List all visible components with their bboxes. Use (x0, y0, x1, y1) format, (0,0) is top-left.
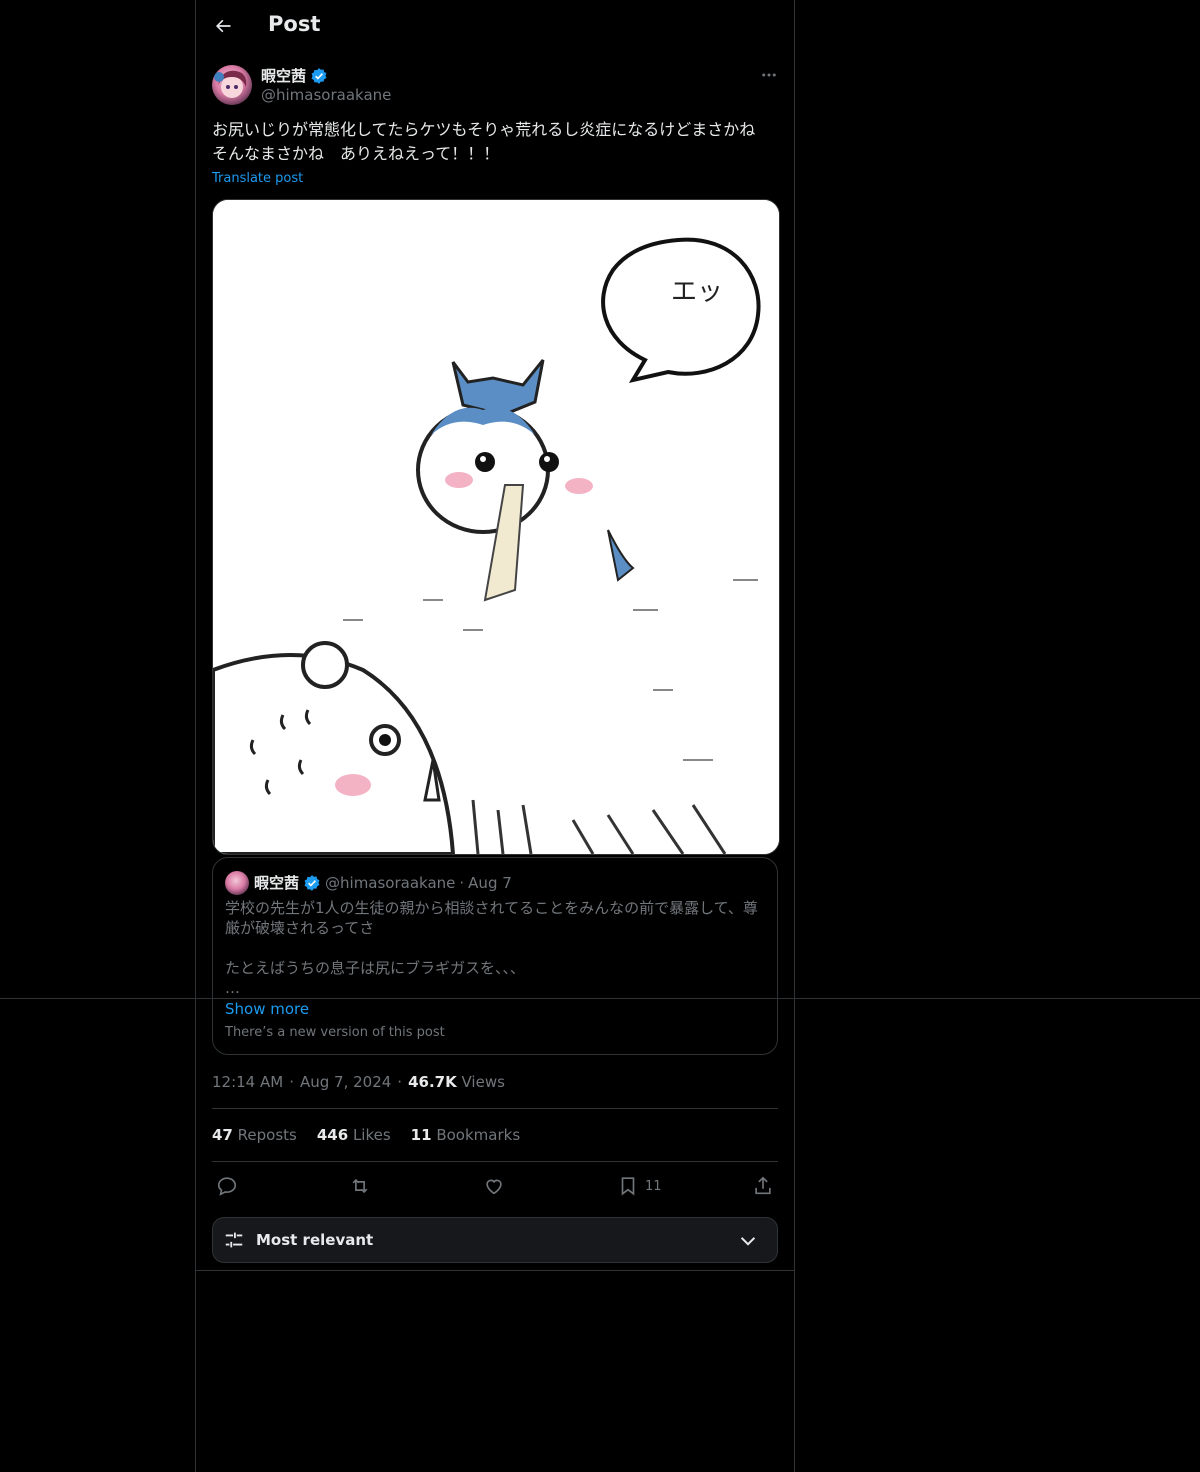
header: Post (196, 0, 794, 53)
divider (212, 1108, 778, 1109)
repost-icon (352, 1178, 368, 1194)
quoted-post[interactable]: 暇空茜 @himasoraakane · Aug 7 学校の先生が1人の生徒の親… (212, 857, 778, 1055)
chevron-down-icon (740, 1237, 756, 1246)
show-more-link[interactable]: Show more (225, 1000, 309, 1018)
avatar[interactable] (212, 65, 252, 105)
reply-icon (217, 1177, 237, 1196)
sort-label: Most relevant (256, 1231, 374, 1249)
share-icon (755, 1176, 771, 1195)
quote-avatar (225, 871, 249, 895)
post-meta: 12:14 AM · Aug 7, 2024 · 46.7K Views (212, 1073, 505, 1091)
reposts-label: Reposts (237, 1126, 297, 1144)
reply-button[interactable] (216, 1172, 238, 1200)
quote-header: 暇空茜 @himasoraakane · Aug 7 (254, 872, 512, 893)
quote-date: Aug 7 (468, 873, 512, 892)
bookmark-button[interactable]: 11 (617, 1172, 662, 1200)
post-time[interactable]: 12:14 AM (212, 1073, 283, 1091)
overlay-line (0, 998, 1200, 999)
post-image[interactable]: エッ (212, 199, 780, 855)
quote-author-handle: @himasoraakane (325, 873, 456, 892)
manga-illustration: エッ (213, 200, 779, 854)
meta-separator: · (289, 1073, 294, 1091)
share-button[interactable] (752, 1172, 774, 1200)
repost-button[interactable] (349, 1172, 371, 1200)
likes-count: 446 (316, 1126, 349, 1144)
bookmarks-stat[interactable]: 11 Bookmarks (411, 1126, 520, 1144)
reposts-stat[interactable]: 47 Reposts (212, 1126, 297, 1144)
likes-label: Likes (352, 1126, 391, 1144)
verified-badge-icon (310, 67, 328, 85)
filter-sliders-icon (225, 1232, 243, 1248)
divider (212, 1161, 778, 1162)
quote-separator: · (459, 873, 465, 892)
like-button[interactable] (483, 1172, 505, 1200)
action-bar: 11 (212, 1172, 778, 1200)
bookmarks-label: Bookmarks (436, 1126, 521, 1144)
quote-text: 学校の先生が1人の生徒の親から相談されてることをみんなの前で暴露して、尊厳が破壊… (225, 899, 758, 997)
likes-stat[interactable]: 446 Likes (317, 1126, 391, 1144)
views-label: Views (461, 1073, 505, 1091)
divider (196, 1270, 794, 1271)
reply-sort-dropdown[interactable]: Most relevant (212, 1217, 778, 1263)
bookmark-icon (621, 1177, 635, 1196)
views-count: 46.7K (408, 1073, 457, 1091)
stats-row: 47 Reposts 446 Likes 11 Bookmarks (212, 1126, 520, 1144)
reposts-count: 47 (212, 1126, 233, 1144)
new-version-note: There’s a new version of this post (225, 1025, 445, 1040)
speech-bubble-text: エッ (671, 277, 723, 307)
quote-author-name: 暇空茜 (254, 874, 300, 892)
quote-verified-badge-icon (303, 874, 321, 892)
post-column: Post 暇空茜 @himasoraakane お尻いじりが常態化してたらケツも… (195, 0, 795, 1472)
bookmark-count: 11 (645, 1178, 662, 1194)
meta-separator: · (397, 1073, 403, 1091)
heart-icon (486, 1179, 502, 1195)
author-name-row: 暇空茜 (261, 65, 328, 86)
post-text: お尻いじりが常態化してたらケツもそりゃ荒れるし炎症になるけどまさかね そんなまさ… (212, 120, 772, 163)
author-name[interactable]: 暇空茜 (261, 65, 306, 86)
author-handle[interactable]: @himasoraakane (261, 86, 391, 104)
back-arrow-icon[interactable] (212, 14, 234, 38)
post-date[interactable]: Aug 7, 2024 (300, 1073, 391, 1091)
page-title: Post (268, 12, 321, 36)
more-options-icon[interactable] (758, 64, 780, 86)
bookmarks-count: 11 (410, 1126, 432, 1144)
translate-post-link[interactable]: Translate post (212, 171, 303, 186)
